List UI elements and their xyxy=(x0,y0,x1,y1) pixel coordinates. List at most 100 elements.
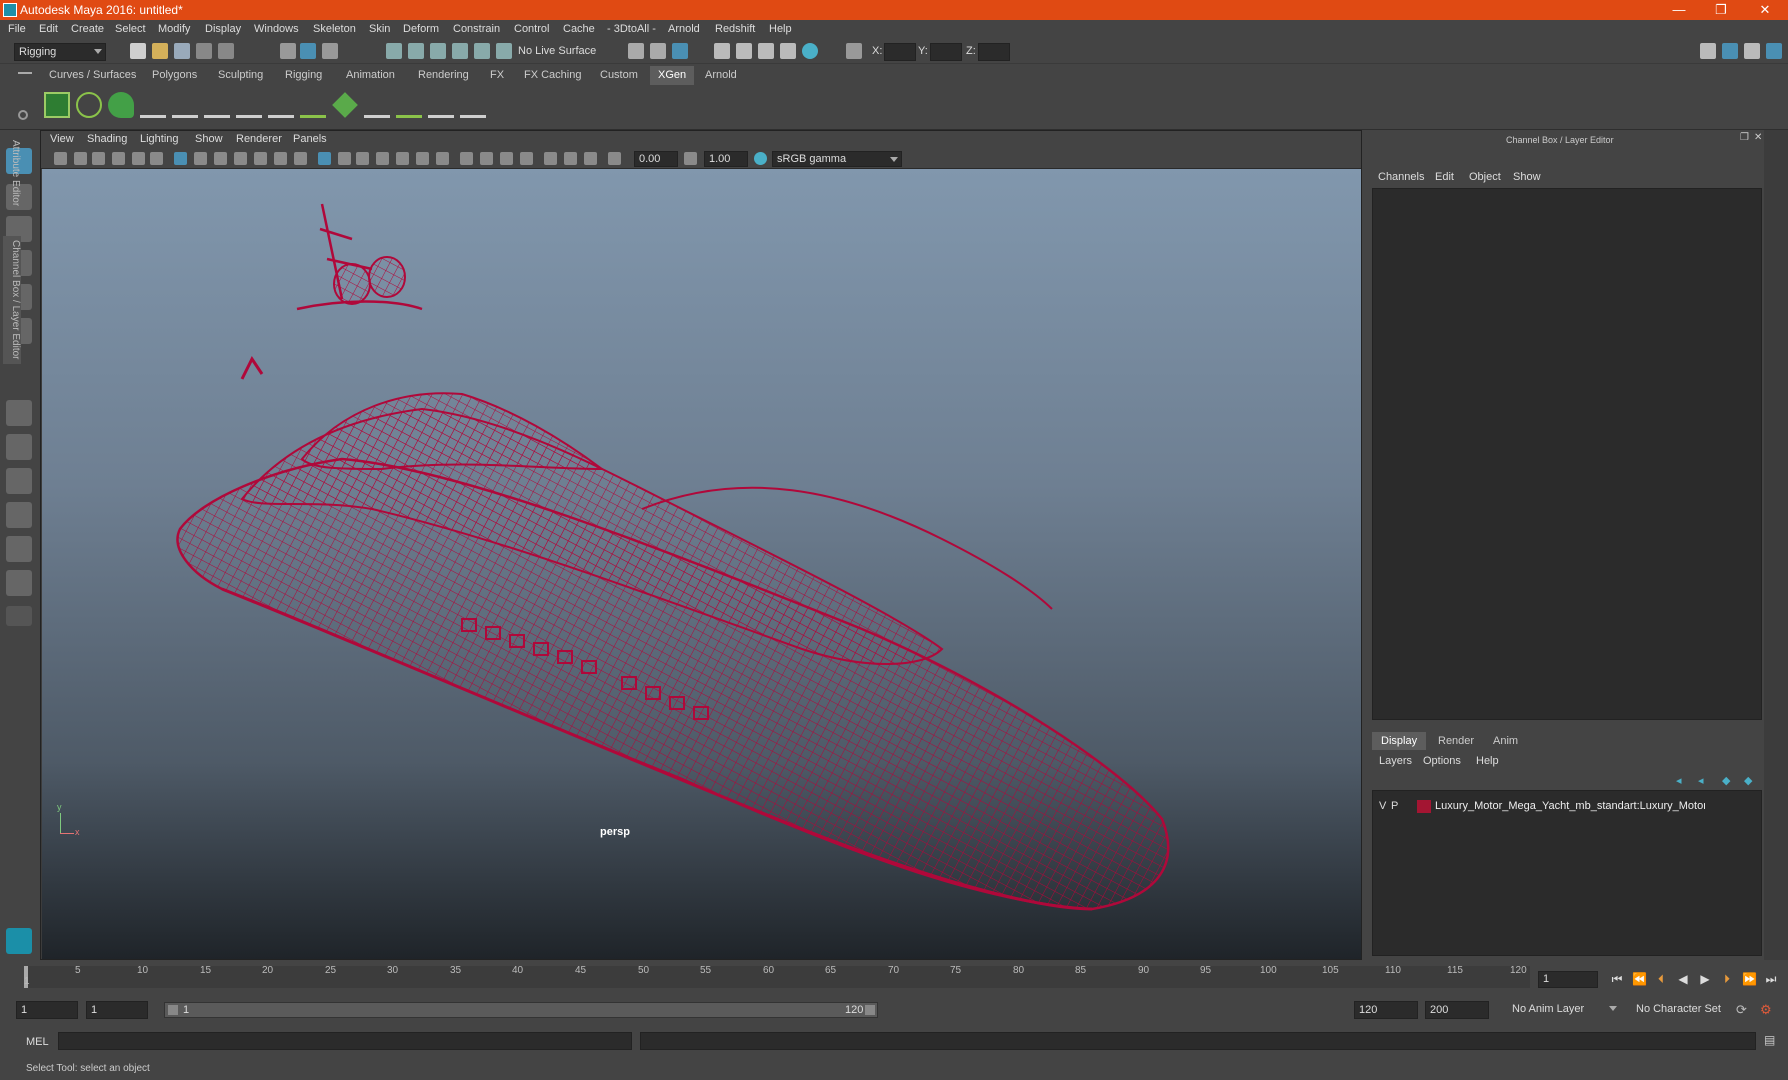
resolution-gate-icon[interactable] xyxy=(214,152,227,165)
z-field[interactable] xyxy=(978,43,1010,61)
step-forward-frame-icon[interactable]: ⏩ xyxy=(1742,972,1757,986)
smooth-shade-icon[interactable] xyxy=(338,152,351,165)
persp-uv-layout-icon[interactable] xyxy=(6,570,32,596)
script-editor-icon[interactable]: ▤ xyxy=(1764,1033,1775,1047)
menu-3dtoall[interactable]: - 3DtoAll - xyxy=(607,23,656,35)
motion-blur-icon[interactable] xyxy=(460,152,473,165)
tab-attribute-editor[interactable]: Attribute Editor xyxy=(3,140,21,206)
layer-tab-render[interactable]: Render xyxy=(1429,732,1483,750)
float-panel-icon[interactable]: ❐ xyxy=(1740,132,1749,143)
two-d-pan-zoom-icon[interactable] xyxy=(132,152,145,165)
menu-skin[interactable]: Skin xyxy=(369,23,390,35)
single-perspective-layout-icon[interactable] xyxy=(6,400,32,426)
snap-point-icon[interactable] xyxy=(430,43,446,59)
modeling-toolkit-icon[interactable] xyxy=(1700,43,1716,59)
menu-select[interactable]: Select xyxy=(115,23,146,35)
new-layer-selected-icon[interactable]: ◆ xyxy=(1744,774,1752,787)
color-management-icon[interactable] xyxy=(754,152,767,165)
anti-aliasing-icon[interactable] xyxy=(480,152,493,165)
menu-arnold[interactable]: Arnold xyxy=(668,23,700,35)
open-scene-icon[interactable] xyxy=(152,43,168,59)
range-start-handle[interactable] xyxy=(168,1005,178,1015)
menu-modify[interactable]: Modify xyxy=(158,23,190,35)
move-layer-up-icon[interactable]: ◂ xyxy=(1676,774,1682,787)
select-object-icon[interactable] xyxy=(300,43,316,59)
tab-rendering[interactable]: Rendering xyxy=(410,66,477,85)
menu-constrain[interactable]: Constrain xyxy=(453,23,500,35)
layer-menu-layers[interactable]: Layers xyxy=(1379,755,1412,767)
xray-components-icon[interactable] xyxy=(584,152,597,165)
layer-row[interactable]: V P Luxury_Motor_Mega_Yacht_mb_standart:… xyxy=(1379,799,1759,815)
close-panel-icon[interactable]: ✕ xyxy=(1754,132,1762,143)
construction-history-icon[interactable] xyxy=(672,43,688,59)
image-plane-icon[interactable] xyxy=(112,152,125,165)
grease-pencil-icon[interactable] xyxy=(150,152,163,165)
animation-preferences-icon[interactable]: ⚙ xyxy=(1760,1002,1772,1018)
transform-constraint-icon[interactable] xyxy=(846,43,862,59)
persp-outliner-layout-icon[interactable] xyxy=(6,468,32,494)
xgen-sculpt-guide-icon[interactable] xyxy=(204,92,230,118)
input-ops-icon[interactable] xyxy=(628,43,644,59)
play-forwards-icon[interactable]: ▶ xyxy=(1698,972,1712,986)
menu-display[interactable]: Display xyxy=(205,23,241,35)
xgen-cut-guides-icon[interactable] xyxy=(428,92,454,118)
grid-toggle-icon[interactable] xyxy=(174,152,187,165)
snap-live-icon[interactable] xyxy=(474,43,490,59)
layer-playback-toggle[interactable]: P xyxy=(1391,800,1398,812)
new-layer-icon[interactable]: ◆ xyxy=(1722,774,1730,787)
select-camera-icon[interactable] xyxy=(54,152,67,165)
undo-icon[interactable] xyxy=(196,43,212,59)
menu-redshift[interactable]: Redshift xyxy=(715,23,755,35)
xgen-lock-guides-icon[interactable] xyxy=(268,92,294,118)
tab-curves-surfaces[interactable]: Curves / Surfaces xyxy=(41,66,144,85)
xray-joints-icon[interactable] xyxy=(564,152,577,165)
tab-fx-caching[interactable]: FX Caching xyxy=(516,66,589,85)
menu-windows[interactable]: Windows xyxy=(254,23,299,35)
menu-edit[interactable]: Edit xyxy=(39,23,58,35)
layout-options-icon[interactable] xyxy=(6,606,32,626)
xgen-preview-icon[interactable] xyxy=(76,92,102,118)
screen-space-ao-icon[interactable] xyxy=(436,152,449,165)
vp-menu-renderer[interactable]: Renderer xyxy=(236,133,282,145)
exposure-field[interactable]: 0.00 xyxy=(634,151,678,167)
auto-key-icon[interactable]: ⟳ xyxy=(1736,1002,1747,1018)
snap-curve-icon[interactable] xyxy=(408,43,424,59)
step-forward-key-icon[interactable]: ⏵ xyxy=(1720,972,1734,986)
tab-fx[interactable]: FX xyxy=(482,66,512,85)
tab-xgen[interactable]: XGen xyxy=(650,66,695,85)
current-frame-field[interactable]: 1 xyxy=(1538,971,1598,988)
menu-create[interactable]: Create xyxy=(71,23,104,35)
four-view-layout-icon[interactable] xyxy=(6,434,32,460)
camera-attributes-icon[interactable] xyxy=(74,152,87,165)
channel-box-toggle-icon[interactable] xyxy=(1766,43,1782,59)
safe-action-icon[interactable] xyxy=(274,152,287,165)
vp-menu-shading[interactable]: Shading xyxy=(87,133,127,145)
tab-arnold[interactable]: Arnold xyxy=(697,66,745,85)
xgen-rebuild-icon[interactable] xyxy=(364,92,390,118)
layer-menu-options[interactable]: Options xyxy=(1423,755,1461,767)
xgen-groom-icon[interactable] xyxy=(396,92,422,118)
vp-menu-view[interactable]: View xyxy=(50,133,74,145)
go-to-end-icon[interactable]: ⏭ xyxy=(1764,972,1778,986)
wireframe-icon[interactable] xyxy=(318,152,331,165)
snap-vertex-icon[interactable] xyxy=(496,43,512,59)
command-language-label[interactable]: MEL xyxy=(26,1036,49,1048)
tab-sculpting[interactable]: Sculpting xyxy=(210,66,271,85)
menuset-dropdown[interactable]: Rigging xyxy=(14,43,106,61)
layer-color-swatch[interactable] xyxy=(1417,800,1431,813)
persp-hypershade-layout-icon[interactable] xyxy=(6,536,32,562)
field-chart-icon[interactable] xyxy=(254,152,267,165)
range-end-handle[interactable] xyxy=(865,1005,875,1015)
command-input[interactable] xyxy=(58,1032,632,1050)
live-surface-label[interactable]: No Live Surface xyxy=(514,43,602,61)
attribute-editor-toggle-icon[interactable] xyxy=(1722,43,1738,59)
x-field[interactable] xyxy=(884,43,916,61)
shelf-settings-icon[interactable] xyxy=(18,110,28,120)
select-component-icon[interactable] xyxy=(322,43,338,59)
save-scene-icon[interactable] xyxy=(174,43,190,59)
go-to-start-icon[interactable]: ⏮ xyxy=(1610,972,1624,986)
layer-tab-anim[interactable]: Anim xyxy=(1484,732,1527,750)
gamma-field[interactable]: 1.00 xyxy=(704,151,748,167)
gamma-icon[interactable] xyxy=(684,152,697,165)
use-all-lights-icon[interactable] xyxy=(396,152,409,165)
